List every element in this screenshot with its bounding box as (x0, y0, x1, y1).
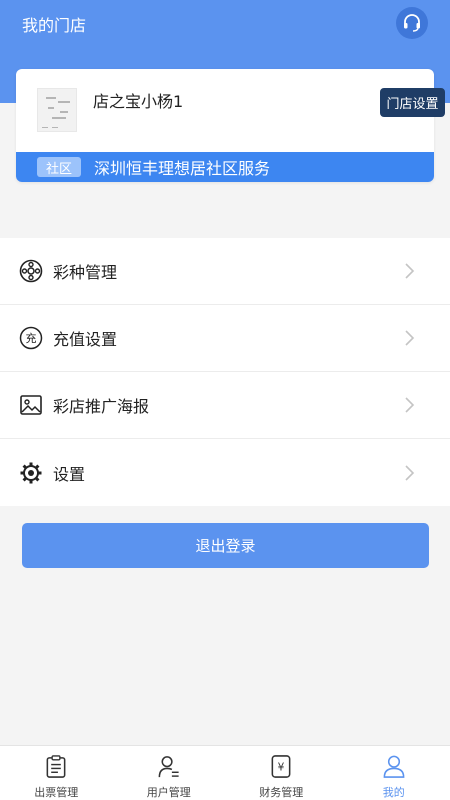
menu-item-label: 彩店推广海报 (53, 397, 150, 416)
ball-icon (19, 259, 43, 283)
svg-text:¥: ¥ (278, 761, 285, 773)
gear-icon (19, 461, 43, 485)
tab-label: 财务管理 (259, 786, 304, 799)
menu-item-recharge-settings[interactable]: 充 充值设置 (0, 305, 450, 372)
store-settings-button[interactable]: 门店设置 (380, 88, 445, 117)
tab-user-management[interactable]: 用户管理 (113, 746, 226, 800)
store-thumbnail[interactable] (37, 88, 77, 132)
yen-icon: ¥ (271, 755, 291, 778)
clipboard-icon (46, 755, 66, 778)
tab-mine[interactable]: 我的 (338, 746, 450, 800)
menu-item-settings[interactable]: 设置 (0, 439, 450, 506)
settings-menu: 彩种管理 充 充值设置 彩店推广海报 设置 (0, 238, 450, 506)
community-bar: 社区 深圳恒丰理想居社区服务 (16, 152, 434, 182)
chevron-right-icon (405, 464, 415, 481)
tab-label: 出票管理 (34, 786, 79, 799)
page-title: 我的门店 (22, 16, 87, 35)
menu-item-promo-poster[interactable]: 彩店推广海报 (0, 372, 450, 439)
store-name: 店之宝小杨1 (93, 92, 184, 111)
svg-text:充: 充 (26, 331, 37, 345)
recharge-icon: 充 (19, 326, 43, 350)
community-name: 深圳恒丰理想居社区服务 (94, 159, 271, 178)
tab-label: 我的 (382, 786, 405, 799)
chevron-right-icon (405, 397, 415, 413)
user-list-icon (158, 756, 179, 778)
store-card: 店之宝小杨1 社区 深圳恒丰理想居社区服务 (16, 69, 434, 182)
tab-ticket-management[interactable]: 出票管理 (0, 746, 113, 800)
poster-icon (19, 393, 43, 417)
person-icon (383, 755, 405, 778)
chevron-right-icon (405, 330, 415, 346)
community-tag: 社区 (37, 157, 81, 177)
logout-button[interactable]: 退出登录 (22, 523, 429, 568)
menu-item-label: 彩种管理 (53, 263, 118, 282)
bottom-tab-bar: 出票管理 用户管理 ¥ 财务管理 我的 (0, 745, 450, 800)
menu-item-label: 充值设置 (53, 330, 118, 349)
menu-item-label: 设置 (53, 464, 86, 484)
headset-icon (404, 14, 420, 32)
tab-label: 用户管理 (146, 786, 191, 799)
tab-finance-management[interactable]: ¥ 财务管理 (225, 746, 338, 800)
chevron-right-icon (405, 263, 415, 279)
customer-service-button[interactable] (396, 7, 428, 39)
menu-item-lottery-types[interactable]: 彩种管理 (0, 238, 450, 305)
